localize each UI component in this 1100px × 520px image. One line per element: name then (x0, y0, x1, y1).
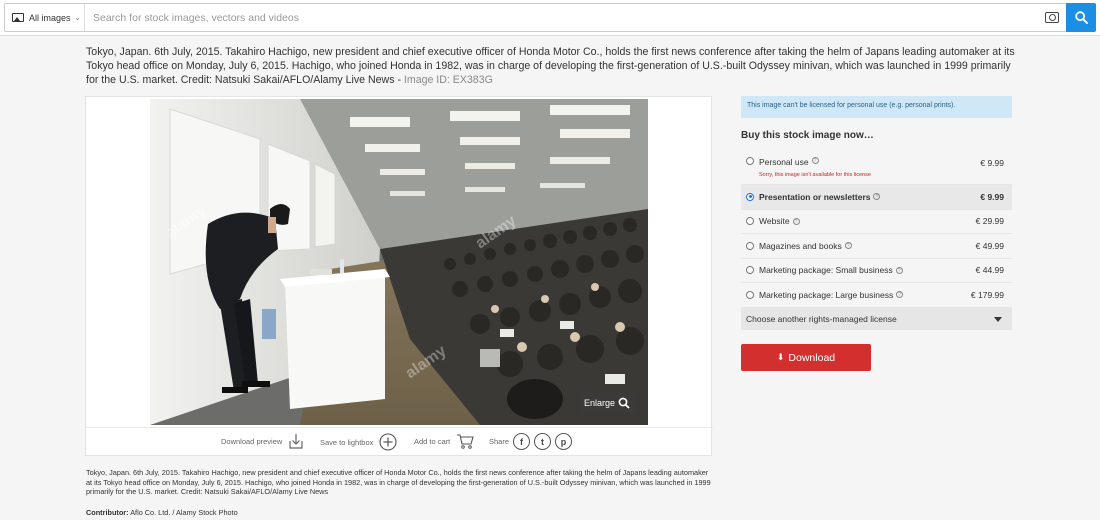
search-button[interactable] (1066, 3, 1096, 32)
radio-button[interactable] (746, 290, 754, 299)
enlarge-button[interactable]: Enlarge (580, 393, 637, 413)
chevron-down-icon: ⌄ (74, 14, 81, 22)
add-to-cart-button[interactable]: Add to cart (414, 433, 475, 450)
license-options: Personal use ? € 9.99 Sorry, this image … (741, 151, 1012, 330)
radio-button[interactable] (746, 241, 754, 250)
other-license-label: Choose another rights-managed license (746, 313, 897, 324)
radio-button[interactable] (746, 266, 754, 275)
search-scope-label: All images (29, 12, 71, 23)
main-photo[interactable]: alamy alamy alamy Enlarge (150, 99, 648, 425)
help-icon[interactable]: ? (873, 193, 881, 201)
license-option-price: € 49.99 (975, 240, 1004, 251)
help-icon[interactable]: ? (792, 217, 800, 225)
cart-icon (457, 434, 475, 449)
license-notice: This image can't be licensed for persona… (741, 96, 1012, 118)
save-to-lightbox-label: Save to lightbox (320, 437, 374, 447)
image-id: Image ID: EX383G (403, 74, 493, 86)
download-arrow-icon: ⬇ (776, 352, 785, 362)
license-unavailable-note: Sorry, this image isn't available for th… (759, 172, 871, 178)
caret-down-icon (994, 316, 1002, 322)
license-option-label: Marketing package: Small business (759, 265, 893, 276)
search-scope-dropdown[interactable]: All images ⌄ (5, 4, 85, 31)
license-option-presentation[interactable]: Presentation or newsletters ? € 9.99 (741, 185, 1012, 210)
image-title: Tokyo, Japan. 6th July, 2015. Takahiro H… (86, 45, 1016, 87)
share-label: Share (489, 437, 510, 446)
image-panel: alamy alamy alamy Enlarge Download previ… (85, 96, 713, 457)
add-to-cart-label: Add to cart (414, 437, 451, 446)
contributor-label: Contributor: (86, 508, 129, 517)
image-actions: Download preview Save to lightbox Add to… (86, 427, 713, 457)
enlarge-label: Enlarge (584, 398, 616, 408)
facebook-share-icon[interactable]: f (513, 433, 531, 450)
image-icon (12, 13, 24, 22)
license-option-label: Magazines and books (759, 240, 842, 251)
contributor-line: Contributor: Aflo Co. Ltd. / Alamy Stock… (86, 508, 238, 517)
license-option-label: Marketing package: Large business (759, 289, 894, 300)
radio-button-selected[interactable] (746, 192, 754, 201)
press-conference-photo: alamy alamy alamy (150, 99, 648, 425)
license-option-label: Presentation or newsletters (759, 191, 871, 202)
license-option-personal-use[interactable]: Personal use ? € 9.99 Sorry, this image … (741, 151, 1012, 185)
license-option-magazines[interactable]: Magazines and books ? € 49.99 (741, 234, 1012, 259)
license-option-price: € 9.99 (980, 158, 1004, 168)
license-option-price: € 179.99 (970, 289, 1004, 300)
twitter-share-icon[interactable]: t (534, 433, 552, 450)
help-icon[interactable]: ? (811, 157, 819, 164)
download-preview-label: Download preview (221, 437, 283, 446)
license-option-label: Personal use (759, 157, 809, 167)
save-to-lightbox-button[interactable]: Save to lightbox (320, 433, 397, 451)
download-button[interactable]: ⬇ Download (741, 344, 871, 371)
license-option-label: Website (759, 216, 790, 227)
help-icon[interactable]: ? (844, 242, 852, 250)
share-group: Share f t p (489, 433, 573, 450)
license-option-small-business[interactable]: Marketing package: Small business ? € 44… (741, 259, 1012, 283)
contributor-name[interactable]: Aflo Co. Ltd. / Alamy Stock Photo (130, 508, 237, 517)
plus-circle-icon (379, 433, 397, 451)
magnifier-icon (618, 397, 630, 409)
license-option-price: € 9.99 (980, 191, 1004, 202)
image-description: Tokyo, Japan. 6th July, 2015. Takahiro H… (86, 468, 711, 496)
license-option-large-business[interactable]: Marketing package: Large business ? € 17… (741, 283, 1012, 308)
download-icon (289, 434, 303, 449)
image-title-text: Tokyo, Japan. 6th July, 2015. Takahiro H… (86, 46, 1015, 86)
license-option-website[interactable]: Website ? € 29.99 (741, 210, 1012, 234)
download-button-label: Download (788, 351, 836, 364)
license-option-price: € 29.99 (975, 216, 1004, 227)
search-icon (1074, 11, 1088, 24)
license-option-price: € 44.99 (975, 265, 1004, 276)
top-bar: All images ⌄ (0, 0, 1100, 36)
search-input[interactable] (93, 8, 993, 27)
download-preview-button[interactable]: Download preview (221, 433, 304, 450)
search-bar: All images ⌄ (4, 3, 1096, 32)
camera-icon[interactable] (1045, 12, 1059, 23)
radio-button[interactable] (746, 217, 754, 226)
buy-heading: Buy this stock image now… (741, 130, 874, 141)
help-icon[interactable]: ? (895, 266, 903, 274)
other-license-dropdown[interactable]: Choose another rights-managed license (741, 307, 1012, 330)
pinterest-share-icon[interactable]: p (555, 433, 573, 450)
radio-button[interactable] (746, 157, 754, 165)
help-icon[interactable]: ? (896, 291, 904, 299)
